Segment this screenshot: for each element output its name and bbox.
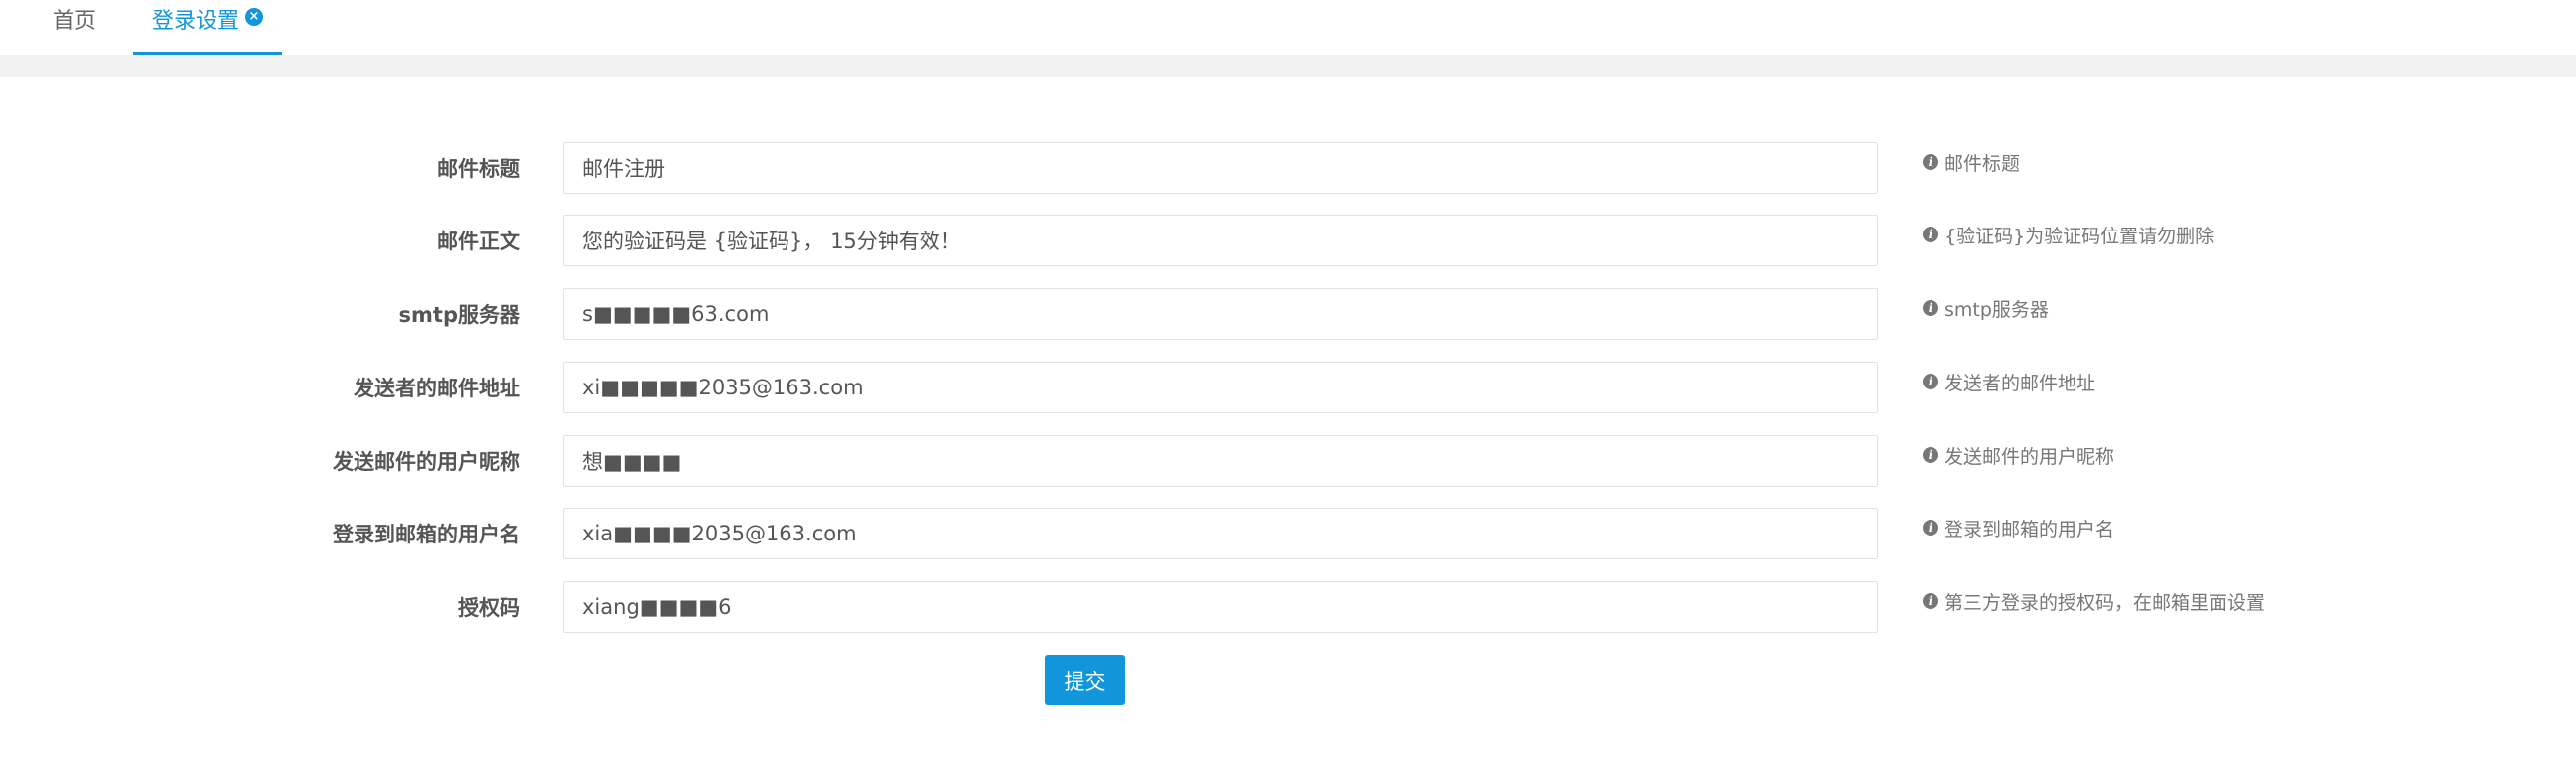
info-icon: i	[1923, 374, 1938, 389]
tab-login-settings-label: 登录设置	[151, 8, 239, 34]
tab-login-settings[interactable]: 登录设置 ×	[133, 0, 282, 55]
sender-nickname-help: i 发送邮件的用户昵称	[1923, 429, 2114, 481]
mailbox-username-input[interactable]	[563, 508, 1878, 559]
tab-bar: 首页 登录设置 ×	[0, 0, 2576, 55]
mail-subject-label: 邮件标题	[437, 157, 520, 181]
smtp-server-label: smtp服务器	[398, 303, 520, 327]
auth-code-help-text: 第三方登录的授权码，在邮箱里面设置	[1944, 591, 2266, 614]
form-row-sender-nickname: 发送邮件的用户昵称 i 发送邮件的用户昵称	[0, 435, 2576, 487]
smtp-server-help-text: smtp服务器	[1944, 298, 2049, 321]
mailbox-username-label: 登录到邮箱的用户名	[333, 523, 520, 546]
submit-button[interactable]: 提交	[1045, 655, 1125, 705]
sender-nickname-input[interactable]	[563, 435, 1878, 487]
auth-code-input[interactable]	[563, 581, 1878, 633]
tab-home[interactable]: 首页	[30, 0, 119, 55]
sender-address-label: 发送者的邮件地址	[354, 377, 520, 400]
form-row-smtp-server: smtp服务器 i smtp服务器	[0, 288, 2576, 340]
info-icon: i	[1923, 593, 1938, 609]
form-row-mail-subject: 邮件标题 i 邮件标题	[0, 142, 2576, 194]
mail-subject-help-text: 邮件标题	[1944, 152, 2021, 175]
mailbox-username-help-text: 登录到邮箱的用户名	[1944, 518, 2115, 540]
sender-nickname-label: 发送邮件的用户昵称	[333, 450, 520, 474]
close-icon[interactable]: ×	[245, 7, 263, 26]
smtp-server-input[interactable]	[563, 288, 1878, 340]
tab-home-label: 首页	[52, 8, 96, 34]
mail-subject-help: i 邮件标题	[1923, 136, 2020, 188]
mail-body-input[interactable]	[563, 215, 1878, 266]
info-icon: i	[1923, 520, 1938, 536]
info-icon: i	[1923, 154, 1938, 170]
info-icon: i	[1923, 227, 1938, 242]
sender-nickname-help-text: 发送邮件的用户昵称	[1944, 445, 2115, 468]
sender-address-help: i 发送者的邮件地址	[1923, 356, 2095, 407]
sender-address-input[interactable]	[563, 362, 1878, 413]
form-row-mail-body: 邮件正文 i {验证码}为验证码位置请勿删除	[0, 215, 2576, 266]
mail-subject-input[interactable]	[563, 142, 1878, 194]
mail-body-help-text: {验证码}为验证码位置请勿删除	[1944, 225, 2215, 247]
form-row-auth-code: 授权码 i 第三方登录的授权码，在邮箱里面设置	[0, 581, 2576, 633]
info-icon: i	[1923, 447, 1938, 463]
auth-code-help: i 第三方登录的授权码，在邮箱里面设置	[1923, 575, 2265, 627]
info-icon: i	[1923, 300, 1938, 316]
tab-login-settings-content: 登录设置 ×	[152, 3, 263, 35]
form-row-sender-address: 发送者的邮件地址 i 发送者的邮件地址	[0, 362, 2576, 413]
auth-code-label: 授权码	[458, 596, 520, 620]
mailbox-username-help: i 登录到邮箱的用户名	[1923, 502, 2114, 553]
mail-body-help: i {验证码}为验证码位置请勿删除	[1923, 209, 2214, 260]
content-divider	[0, 55, 2576, 77]
mail-body-label: 邮件正文	[437, 230, 520, 253]
form-row-mailbox-username: 登录到邮箱的用户名 i 登录到邮箱的用户名	[0, 508, 2576, 559]
sender-address-help-text: 发送者的邮件地址	[1944, 372, 2096, 394]
smtp-server-help: i smtp服务器	[1923, 282, 2049, 334]
